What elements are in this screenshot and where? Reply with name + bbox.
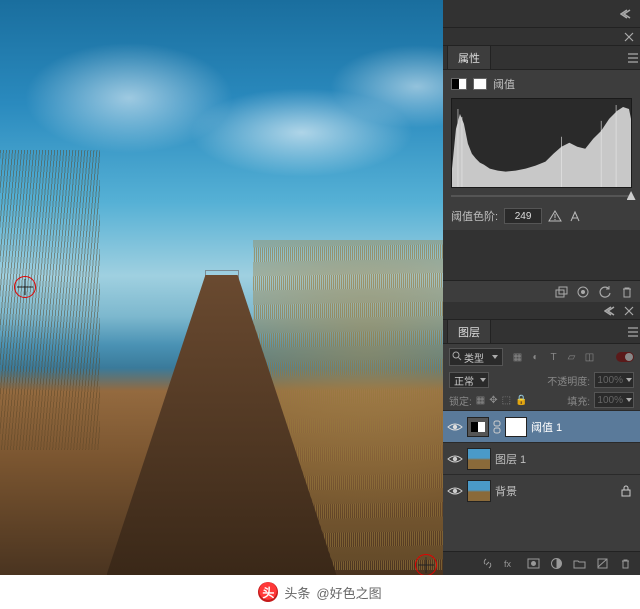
clip-icon[interactable] [554, 285, 568, 299]
layers-panel-body: 类型 ▦ ◐ T ▱ ◫ 正常 不透明度: 100% [443, 344, 640, 506]
layer-mask-icon[interactable] [473, 78, 487, 90]
reset-icon[interactable] [598, 285, 612, 299]
shape-filter-icon[interactable]: ▱ [565, 351, 578, 364]
lock-icon[interactable] [620, 485, 632, 497]
warning-icon[interactable] [548, 210, 562, 222]
eye-icon[interactable] [447, 483, 463, 499]
lock-fill-row: 锁定: ▦ ✥ ⬚ 🔒 填充: 100% [443, 390, 640, 410]
collapse-icon[interactable] [620, 7, 634, 21]
menu-icon[interactable] [626, 51, 640, 65]
adjustment-icon[interactable] [550, 557, 563, 570]
trash-icon[interactable] [619, 557, 632, 570]
link-icon[interactable] [493, 420, 501, 434]
layers-tab-strip: 图层 [443, 320, 640, 344]
collapse-icon[interactable] [604, 304, 618, 318]
mask-icon[interactable] [527, 557, 540, 570]
layers-list: 阈值 1 图层 1 背景 [443, 410, 640, 506]
layers-collapse-bar [443, 302, 640, 320]
lock-pixels-icon[interactable]: ▦ [476, 395, 485, 406]
menu-icon[interactable] [626, 325, 640, 339]
view-previous-icon[interactable] [576, 285, 590, 299]
opacity-label: 不透明度: [547, 373, 590, 388]
close-icon[interactable] [624, 32, 634, 42]
threshold-slider[interactable] [451, 192, 632, 200]
color-sampler-2[interactable] [415, 554, 437, 575]
fill-label: 填充: [567, 393, 590, 408]
properties-collapse-bar [443, 28, 640, 46]
blend-mode-label: 正常 [454, 373, 474, 388]
color-sampler-1[interactable] [14, 276, 36, 298]
eye-icon[interactable] [447, 451, 463, 467]
layer-filter-toggle[interactable] [616, 352, 634, 362]
tab-layers[interactable]: 图层 [447, 319, 491, 343]
fill-input[interactable]: 100% [594, 392, 634, 408]
lock-artboard-icon[interactable]: ⬚ [502, 395, 511, 406]
layer-thumbnail[interactable] [467, 448, 491, 470]
layer-name[interactable]: 阈值 1 [531, 419, 636, 435]
opacity-value: 100% [597, 375, 623, 386]
auto-icon[interactable] [568, 210, 582, 222]
link-icon[interactable] [481, 557, 494, 570]
layer-filter-kind-label: 类型 [464, 350, 484, 365]
adjustment-filter-icon[interactable]: ◐ [529, 351, 542, 364]
properties-panel-body: 阈值 阈值色阶: [443, 70, 640, 230]
threshold-label: 阈值色阶: [451, 208, 498, 224]
opacity-input[interactable]: 100% [594, 372, 634, 388]
new-layer-icon[interactable] [596, 557, 609, 570]
layer-filter-kind-select[interactable]: 类型 [449, 348, 503, 366]
lock-position-icon[interactable]: ✥ [489, 395, 497, 406]
layer-row-1[interactable]: 图层 1 [443, 442, 640, 474]
layers-panel-footer: fx [443, 551, 640, 575]
photo-reeds-left [0, 150, 100, 450]
layer-name[interactable]: 背景 [495, 483, 616, 499]
layer-thumbnail[interactable] [467, 480, 491, 502]
properties-panel-footer [443, 280, 640, 302]
pixel-filter-icon[interactable]: ▦ [511, 351, 524, 364]
fx-icon[interactable]: fx [504, 557, 517, 570]
folder-icon[interactable] [573, 557, 586, 570]
blend-mode-select[interactable]: 正常 [449, 372, 489, 388]
mask-thumbnail[interactable] [505, 417, 527, 437]
adjustment-thumbnail[interactable] [467, 417, 489, 437]
tab-properties[interactable]: 属性 [447, 45, 491, 69]
lock-label: 锁定: [449, 393, 472, 408]
threshold-histogram [451, 98, 632, 188]
watermark-bar: 头 头条 @好色之图 [0, 575, 640, 609]
toutiao-logo-icon: 头 [258, 582, 278, 602]
close-icon[interactable] [624, 306, 634, 316]
lock-all-icon[interactable]: 🔒 [515, 395, 527, 406]
text-filter-icon[interactable]: T [547, 351, 560, 364]
threshold-value-input[interactable] [504, 208, 542, 224]
svg-text:fx: fx [504, 559, 512, 569]
properties-dock-bar [443, 0, 640, 28]
eye-icon[interactable] [447, 419, 463, 435]
layer-filter-row: 类型 ▦ ◐ T ▱ ◫ [443, 344, 640, 370]
watermark-author: @好色之图 [316, 583, 381, 602]
layer-name[interactable]: 图层 1 [495, 451, 636, 467]
adjustment-name: 阈值 [493, 76, 515, 92]
trash-icon[interactable] [620, 285, 634, 299]
layer-row-threshold[interactable]: 阈值 1 [443, 410, 640, 442]
adjustment-header: 阈值 [451, 76, 632, 92]
layer-row-background[interactable]: 背景 [443, 474, 640, 506]
watermark-prefix: 头条 [284, 583, 310, 602]
threshold-adjustment-icon [451, 78, 467, 90]
threshold-input-row: 阈值色阶: [451, 208, 632, 224]
document-canvas[interactable] [0, 0, 443, 575]
fill-value: 100% [597, 395, 623, 406]
smart-filter-icon[interactable]: ◫ [583, 351, 596, 364]
right-panel-dock: 属性 阈值 阈值色阶: [443, 0, 640, 575]
blend-opacity-row: 正常 不透明度: 100% [443, 370, 640, 390]
properties-tab-strip: 属性 [443, 46, 640, 70]
